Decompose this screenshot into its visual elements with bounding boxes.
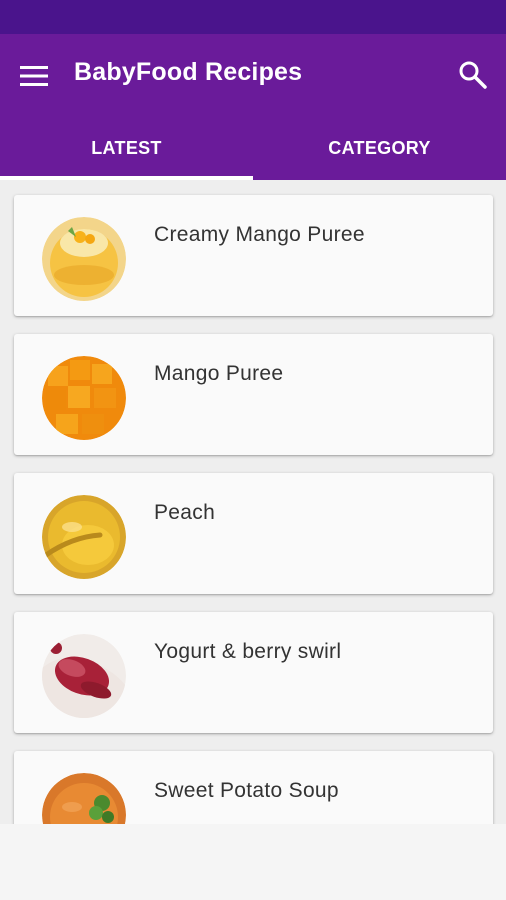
- tab-category[interactable]: CATEGORY: [253, 126, 506, 180]
- recipe-title: Mango Puree: [154, 362, 284, 385]
- app-screen: BabyFood Recipes LATEST CATEGORY Creamy …: [0, 0, 506, 900]
- recipe-title: Peach: [154, 501, 216, 524]
- recipe-card-mango-puree[interactable]: Mango Puree: [14, 334, 493, 455]
- tab-latest[interactable]: LATEST: [0, 126, 253, 180]
- menu-button[interactable]: [14, 56, 54, 96]
- tab-bar: LATEST CATEGORY: [0, 126, 506, 180]
- menu-icon: [20, 66, 48, 86]
- recipe-title: Yogurt & berry swirl: [154, 640, 342, 663]
- sweet-potato-soup-image: [42, 773, 126, 824]
- recipe-card-sweet-potato-soup[interactable]: Sweet Potato Soup: [14, 751, 493, 824]
- peach-puree-image: [42, 495, 126, 579]
- recipe-card-yogurt-berry-swirl[interactable]: Yogurt & berry swirl: [14, 612, 493, 733]
- bottom-blank-area: [0, 824, 506, 900]
- recipe-card-creamy-mango-puree[interactable]: Creamy Mango Puree: [14, 195, 493, 316]
- creamy-mango-puree-image: [42, 217, 126, 301]
- recipe-title: Creamy Mango Puree: [154, 223, 365, 246]
- search-icon: [459, 61, 487, 89]
- app-bar: BabyFood Recipes LATEST CATEGORY: [0, 34, 506, 180]
- search-button[interactable]: [452, 54, 494, 96]
- status-bar: [0, 0, 506, 34]
- recipe-title: Sweet Potato Soup: [154, 779, 339, 802]
- mango-cubes-image: [42, 356, 126, 440]
- app-title: BabyFood Recipes: [74, 58, 303, 86]
- tab-latest-label: LATEST: [91, 138, 162, 158]
- yogurt-berry-swirl-image: [42, 634, 126, 718]
- recipe-list[interactable]: Creamy Mango Puree Mango Puree Peach Yog…: [0, 180, 506, 824]
- recipe-card-peach[interactable]: Peach: [14, 473, 493, 594]
- tab-category-label: CATEGORY: [328, 138, 431, 158]
